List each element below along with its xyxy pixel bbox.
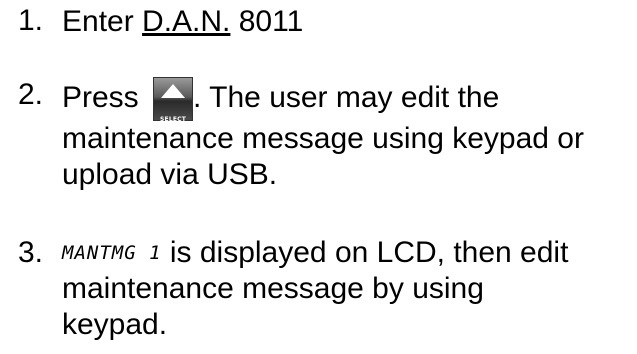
step-2-line-1: Press SELECT . The user may edit the — [62, 77, 632, 123]
step-2-line-2: maintenance message using keypad or — [62, 122, 584, 155]
step-1-text: Enter D.A.N. 8011 — [62, 4, 632, 40]
select-button-icon: SELECT — [153, 77, 194, 123]
step-2-suffix: . The user may edit the — [193, 81, 500, 114]
step-3-suffix: is displayed on LCD, then edit — [161, 236, 569, 269]
step-3-line-1: MANTMG 1 is displayed on LCD, then edit — [62, 235, 632, 271]
step-2-line-3: upload via USB. — [62, 158, 278, 191]
dan-code: D.A.N. — [142, 5, 231, 38]
step-3-line-3: keypad. — [62, 308, 168, 341]
step-2-prefix: Press — [62, 81, 148, 114]
step-3-number: 3. — [18, 236, 44, 269]
select-triangle-icon — [161, 84, 186, 98]
select-button-label: SELECT — [160, 116, 187, 123]
step-3-line-2: maintenance message by using — [62, 272, 484, 305]
step-2-number: 2. — [18, 78, 44, 111]
step-1-number: 1. — [18, 4, 44, 37]
step-2-text: Press SELECT . The user may edit the main… — [62, 77, 632, 193]
step-1-suffix: 8011 — [230, 5, 304, 38]
step-3-text: MANTMG 1 is displayed on LCD, then edit … — [62, 235, 632, 343]
lcd-display-text: MANTMG 1 — [62, 242, 162, 264]
step-1-prefix: Enter — [62, 5, 143, 38]
